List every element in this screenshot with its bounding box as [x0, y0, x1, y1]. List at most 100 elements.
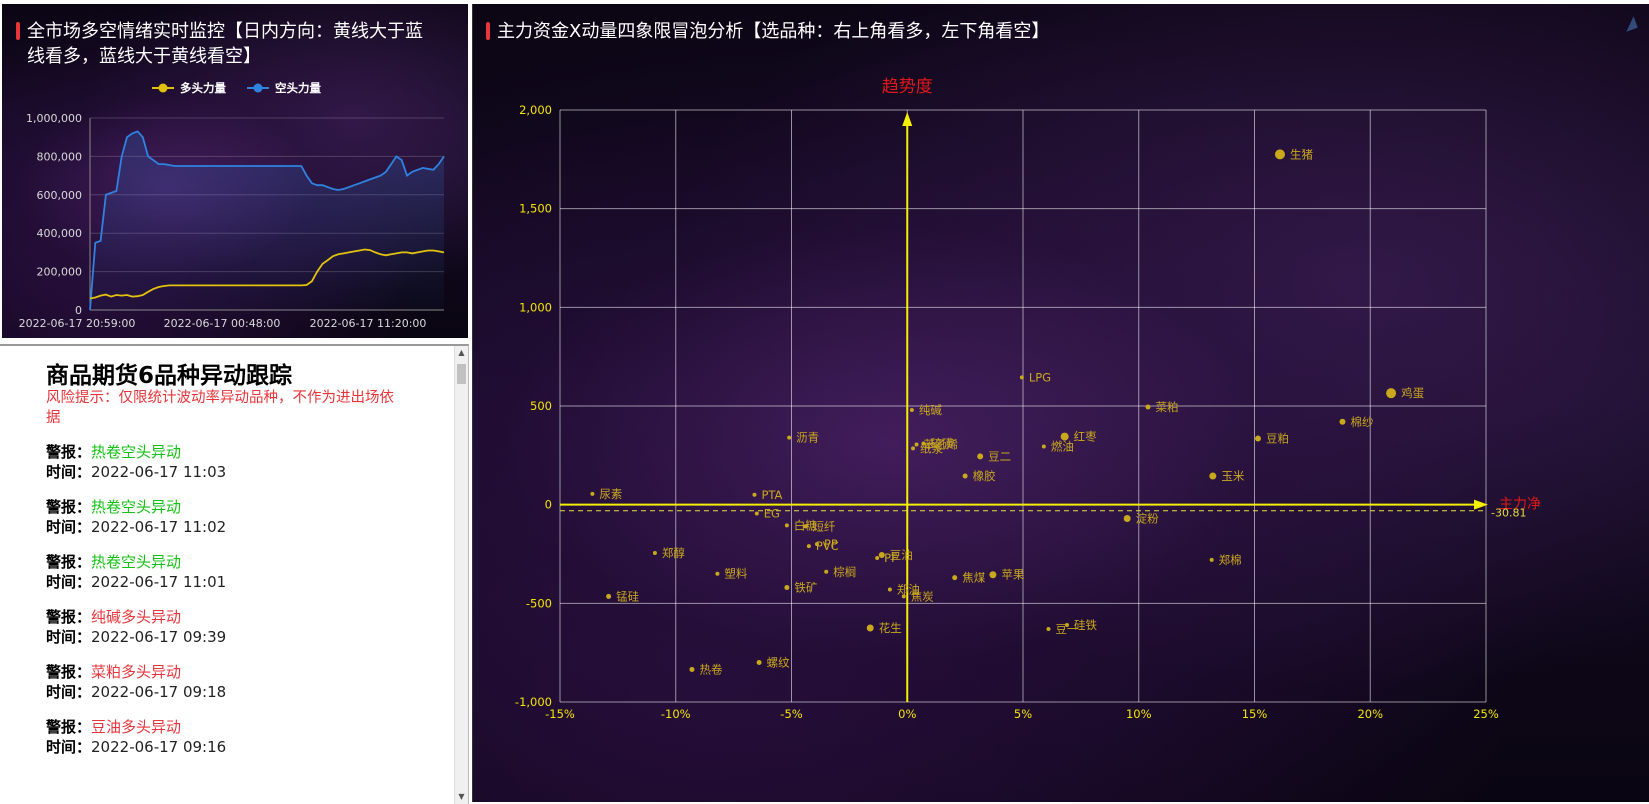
sentiment-line-chart: 多头力量 空头力量 0 200,000 400,000 600,000 800,000 1,… — [19, 81, 445, 330]
bubble-label: 生猪 — [1290, 147, 1313, 161]
y-tick-label: 2,000 — [519, 103, 552, 117]
up-arrow-icon — [902, 112, 913, 126]
bubble-label: 纸浆 — [920, 441, 943, 455]
bubble-point[interactable] — [754, 511, 759, 516]
bubble-point[interactable] — [1254, 435, 1261, 442]
time-label: 时间： — [46, 518, 92, 536]
risk-note: 风险提示：仅限统计波动率异动品种，不作为进出场依据 — [46, 390, 394, 426]
scroll-up-arrow-icon[interactable]: ▲ — [455, 346, 468, 360]
bubble-point[interactable] — [752, 492, 757, 497]
y-tick-label: 0 — [75, 304, 82, 317]
bubble-label: 沥青 — [796, 431, 819, 445]
alerts-scrollbar[interactable]: ▲ ▼ — [454, 346, 468, 804]
bubble-point[interactable] — [806, 544, 811, 549]
bubble-label: 尿素 — [599, 487, 622, 501]
x-tick-label: 20% — [1357, 707, 1383, 721]
x-tick-label: 0% — [898, 707, 916, 721]
bubble-point[interactable] — [911, 446, 916, 451]
time-label: 时间： — [46, 738, 92, 756]
scroll-thumb[interactable] — [457, 364, 466, 384]
bubble-point[interactable] — [1339, 418, 1346, 425]
bubble-point[interactable] — [824, 569, 829, 574]
bubble-point[interactable] — [977, 453, 984, 460]
bubble-label: PP — [824, 537, 838, 551]
bubble-point[interactable] — [1145, 404, 1151, 410]
bubble-point[interactable] — [756, 660, 762, 666]
sentiment-chart-panel: 全市场多空情绪实时监控【日内方向：黄线大于蓝 线看多，蓝线大于黄线看空】 多头力… — [2, 4, 468, 338]
bubble-point[interactable] — [914, 442, 919, 447]
alert-entry: 警报：纯碱多头异动 — [46, 607, 181, 627]
alert-entry: 警报：热卷空头异动 — [46, 442, 181, 462]
legend-label[interactable]: 空头力量 — [275, 81, 321, 95]
alert-name: 菜粕多头异动 — [91, 663, 182, 681]
bubble-label: 锰硅 — [616, 589, 639, 603]
bubble-point[interactable] — [952, 575, 958, 581]
alert-name: 热卷空头异动 — [91, 443, 182, 461]
bubble-label: PTA — [761, 488, 782, 502]
alert-entry: 警报：热卷空头异动 — [46, 497, 181, 517]
bubble-point[interactable] — [590, 491, 595, 496]
bubble-point[interactable] — [901, 594, 906, 599]
bubble-point[interactable] — [866, 624, 874, 632]
bubble-label: 豆粕 — [1266, 432, 1289, 446]
bubble-point[interactable] — [887, 587, 892, 592]
time-label: 时间： — [46, 628, 92, 646]
bubble-label: 纯碱 — [919, 403, 942, 417]
mark-line-label: -30.81 — [1491, 507, 1526, 520]
bubble-point[interactable] — [1209, 557, 1214, 562]
alert-label: 警报： — [46, 553, 92, 571]
short-area — [90, 131, 444, 310]
bubble-point[interactable] — [1386, 388, 1397, 399]
alert-label: 警报： — [46, 718, 92, 736]
bubble-point[interactable] — [1209, 472, 1217, 480]
bubble-point[interactable] — [814, 542, 819, 547]
bubble-point[interactable] — [1019, 375, 1024, 380]
alert-time-row: 时间：2022-06-17 09:39 — [46, 627, 226, 647]
quadrant-gridlines — [559, 109, 1487, 703]
bubble-point[interactable] — [689, 666, 695, 672]
alert-time: 2022-06-17 11:01 — [91, 573, 227, 591]
bubble-label: 燃油 — [1051, 439, 1074, 453]
bubble-label: 玉米 — [1221, 469, 1244, 483]
x-tick-label: 15% — [1242, 707, 1268, 721]
quadrant-y-axis: -1,000-50005001,0001,5002,000 — [515, 103, 552, 709]
alert-name: 纯碱多头异动 — [91, 608, 182, 626]
bubble-point[interactable] — [606, 593, 612, 599]
bubble-label: 郑棉 — [1219, 553, 1242, 567]
bubble-point[interactable] — [962, 473, 968, 479]
bubble-point[interactable] — [715, 571, 720, 576]
sentiment-legend[interactable]: 多头力量 空头力量 — [152, 81, 321, 95]
alert-entry: 警报：热卷空头异动 — [46, 552, 181, 572]
bubble-point[interactable] — [784, 585, 790, 591]
bubble-label: 热卷 — [699, 662, 722, 676]
bubble-point[interactable] — [1064, 623, 1069, 628]
bubble-label: EG — [764, 507, 780, 521]
x-tick-label: 10% — [1126, 707, 1152, 721]
alert-name: 豆油多头异动 — [91, 718, 182, 736]
bubble-label: 硅铁 — [1074, 618, 1097, 632]
bubble-point[interactable] — [875, 555, 880, 560]
bubble-point[interactable] — [1041, 444, 1046, 449]
legend-label[interactable]: 多头力量 — [180, 81, 226, 95]
time-label: 时间： — [46, 573, 92, 591]
bubble-point[interactable] — [1046, 626, 1051, 631]
bubble-label: 短纤 — [812, 519, 835, 533]
x-tick-label: 2022-06-17 20:59:00 — [19, 317, 136, 330]
time-label: 时间： — [46, 463, 92, 481]
x-tick-label: 2022-06-17 11:20:00 — [310, 317, 427, 330]
bubble-point[interactable] — [1123, 514, 1131, 522]
y-axis-name: 趋势度 — [882, 77, 933, 97]
bubble-point[interactable] — [989, 571, 997, 579]
quadrant-x-axis: -15% -10% -5% 0% 5% 10% 15% 20% 25% — [545, 707, 1499, 721]
x-tick-label: 2022-06-17 00:48:00 — [164, 317, 281, 330]
bubble-point[interactable] — [652, 551, 657, 556]
bubble-point[interactable] — [1274, 149, 1285, 160]
y-tick-label: -500 — [526, 596, 552, 610]
bubble-point[interactable] — [784, 523, 789, 528]
bubble-point[interactable] — [787, 435, 792, 440]
bubble-point[interactable] — [803, 524, 808, 529]
bubble-point[interactable] — [909, 407, 914, 412]
alert-time: 2022-06-17 09:39 — [91, 628, 227, 646]
y-tick-label: 1,000,000 — [26, 112, 82, 125]
alert-time-row: 时间：2022-06-17 11:02 — [46, 517, 226, 537]
